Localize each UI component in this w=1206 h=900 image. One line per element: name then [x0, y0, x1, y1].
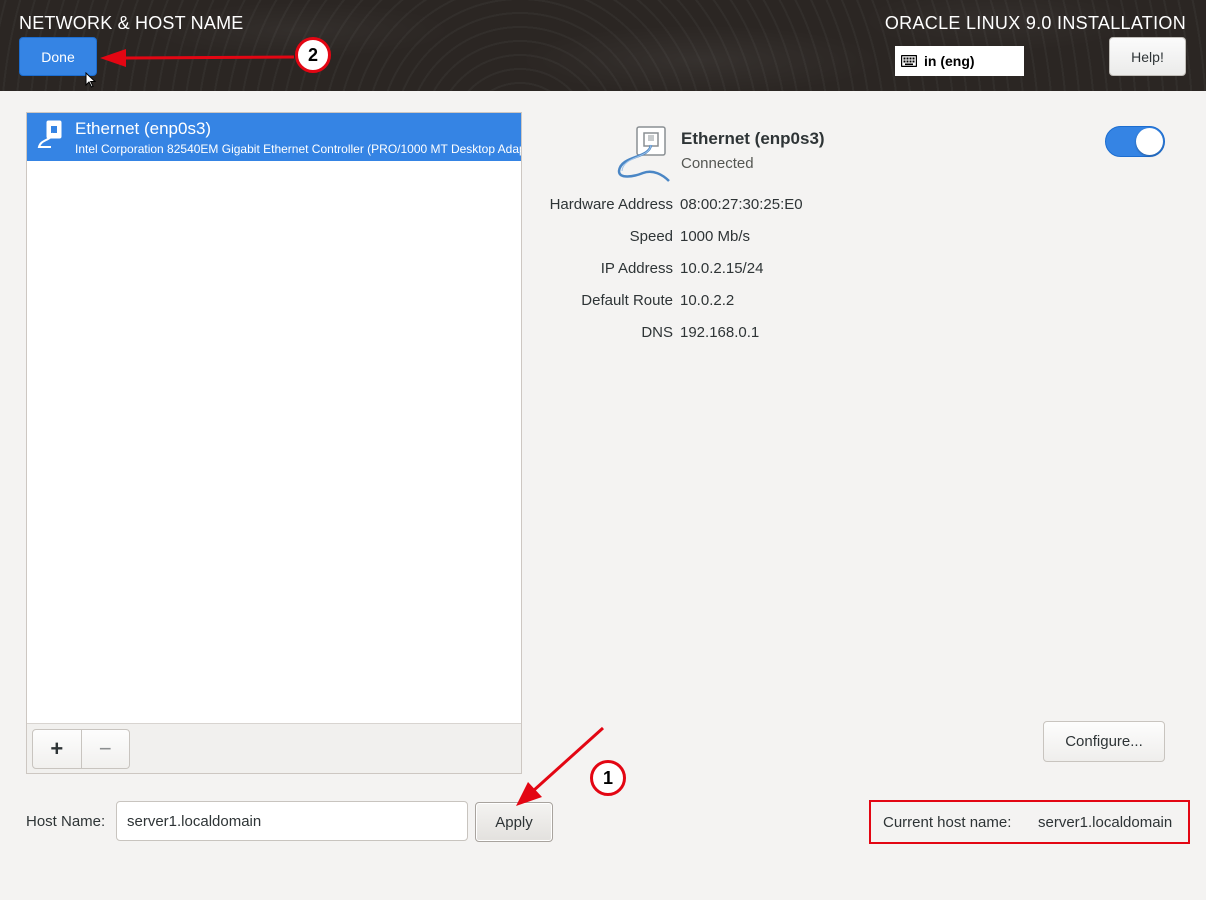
property-label: IP Address: [600, 260, 673, 277]
keyboard-layout-indicator[interactable]: in (eng): [895, 46, 1024, 76]
help-button[interactable]: Help!: [1109, 37, 1186, 76]
keyboard-icon: [901, 55, 917, 67]
host-name-input[interactable]: [116, 801, 468, 841]
ethernet-port-icon: [617, 126, 670, 182]
current-host-name-value: server1.localdomain: [1038, 814, 1173, 831]
device-description: Intel Corporation 82540EM Gigabit Ethern…: [75, 142, 521, 156]
done-button[interactable]: Done: [19, 37, 97, 76]
property-value: 10.0.2.15/24: [680, 260, 764, 277]
connection-status: Connected: [681, 155, 754, 172]
property-label: Default Route: [581, 292, 673, 309]
keyboard-layout-label: in (eng): [924, 53, 975, 69]
device-enable-toggle[interactable]: [1105, 126, 1165, 157]
mouse-pointer-icon: [85, 72, 97, 88]
add-remove-group: + −: [32, 729, 130, 769]
configure-button[interactable]: Configure...: [1043, 721, 1165, 762]
page-title: NETWORK & HOST NAME: [19, 13, 244, 33]
property-value: 1000 Mb/s: [680, 228, 751, 245]
property-value: 08:00:27:30:25:E0: [680, 196, 803, 213]
host-name-label: Host Name:: [26, 813, 106, 830]
device-name: Ethernet (enp0s3): [75, 119, 212, 138]
callout-1: 1: [590, 760, 626, 796]
property-label: Hardware Address: [549, 196, 673, 213]
property-value: 192.168.0.1: [680, 324, 760, 341]
device-detail-name: Ethernet (enp0s3): [681, 129, 825, 148]
current-host-name-box: Current host name: server1.localdomain: [869, 800, 1190, 844]
remove-device-button[interactable]: −: [82, 730, 130, 768]
add-device-button[interactable]: +: [33, 730, 82, 768]
property-label: DNS: [641, 324, 673, 341]
callout-2: 2: [295, 37, 331, 73]
toggle-knob: [1136, 128, 1163, 155]
device-list-item[interactable]: Ethernet (enp0s3) Intel Corporation 8254…: [27, 113, 521, 161]
header-bar: NETWORK & HOST NAME ORACLE LINUX 9.0 INS…: [0, 0, 1206, 91]
property-label: Speed: [629, 228, 673, 245]
device-list-toolbar: + −: [27, 723, 521, 773]
apply-button[interactable]: Apply: [475, 802, 553, 842]
property-value: 10.0.2.2: [680, 292, 735, 309]
ethernet-cable-icon: [37, 120, 62, 148]
product-title: ORACLE LINUX 9.0 INSTALLATION: [884, 13, 1186, 33]
current-host-name-label: Current host name:: [883, 814, 1012, 831]
